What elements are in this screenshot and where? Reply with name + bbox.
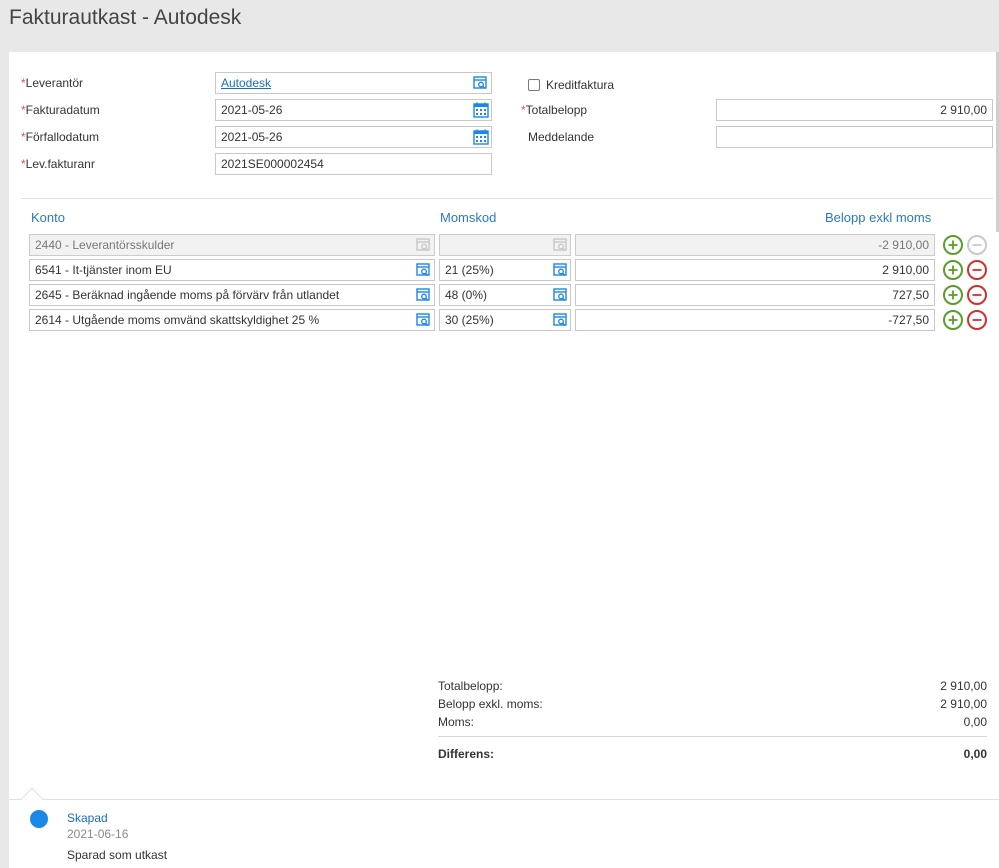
- invoice-form-card: *Leverantör Autodesk *Fakturadatum 2021-…: [9, 52, 999, 799]
- message-label: Meddelande: [528, 130, 595, 144]
- search-lookup-icon: [416, 238, 430, 251]
- table-row-vat-code[interactable]: 30 (25%): [439, 309, 571, 331]
- invoice-date-field[interactable]: 2021-05-26: [215, 99, 492, 121]
- add-row-button[interactable]: [943, 310, 963, 330]
- search-lookup-icon[interactable]: [553, 288, 567, 302]
- add-row-button[interactable]: [943, 285, 963, 305]
- summary-excl-vat-label: Belopp exkl. moms:: [438, 697, 543, 711]
- search-lookup-icon[interactable]: [416, 288, 430, 302]
- calendar-icon[interactable]: [473, 102, 489, 118]
- minus-icon: [972, 244, 982, 246]
- supplier-field[interactable]: Autodesk: [215, 72, 492, 94]
- table-row-account[interactable]: 2614 - Utgående moms omvänd skattskyldig…: [29, 309, 435, 331]
- table-row-vat-code[interactable]: 48 (0%): [439, 284, 571, 306]
- total-amount-label: *Totalbelopp: [521, 103, 588, 117]
- invoice-date-label: *Fakturadatum: [21, 103, 100, 117]
- summary-total-value: 2 910,00: [940, 679, 987, 693]
- search-lookup-icon[interactable]: [416, 263, 430, 277]
- add-row-button[interactable]: [943, 235, 963, 255]
- summary-vat-value: 0,00: [963, 715, 987, 729]
- supplier-link[interactable]: Autodesk: [221, 76, 271, 90]
- column-header-amount: Belopp exkl moms: [825, 210, 932, 225]
- summary-divider: [438, 736, 987, 737]
- history-date: 2021-06-16: [67, 827, 129, 841]
- search-lookup-icon[interactable]: [553, 263, 567, 277]
- history-title: Skapad: [67, 811, 108, 825]
- minus-icon: [972, 269, 982, 271]
- plus-icon: [948, 315, 958, 325]
- summary-total-label: Totalbelopp:: [438, 679, 503, 693]
- supplier-invoice-no-label: *Lev.fakturanr: [21, 157, 95, 171]
- summary-diff-label: Differens:: [438, 747, 495, 761]
- table-row-account[interactable]: 2645 - Beräknad ingående moms på förvärv…: [29, 284, 435, 306]
- history-panel: Skapad 2021-06-16 Sparad som utkast: [9, 799, 999, 868]
- divider: [21, 198, 993, 199]
- supplier-label: *Leverantör: [21, 76, 84, 90]
- table-row-vat-code: [439, 234, 571, 256]
- due-date-field[interactable]: 2021-05-26: [215, 126, 492, 148]
- summary-vat-label: Moms:: [438, 715, 474, 729]
- status-dot: [30, 810, 48, 828]
- search-lookup-icon[interactable]: [473, 76, 487, 90]
- table-row-amount[interactable]: 2 910,00: [575, 259, 935, 281]
- summary-excl-vat-value: 2 910,00: [940, 697, 987, 711]
- column-header-vat-code: Momskod: [440, 210, 497, 225]
- minus-icon: [972, 294, 982, 296]
- summary-diff-value: 0,00: [963, 747, 987, 761]
- remove-row-button[interactable]: [967, 285, 987, 305]
- plus-icon: [948, 265, 958, 275]
- total-amount-field[interactable]: 2 910,00: [716, 99, 993, 121]
- add-row-button[interactable]: [943, 260, 963, 280]
- history-text: Sparad som utkast: [67, 848, 168, 862]
- message-field[interactable]: [716, 126, 993, 148]
- remove-row-button[interactable]: [967, 310, 987, 330]
- table-row-amount[interactable]: -727,50: [575, 309, 935, 331]
- table-row-account[interactable]: 6541 - It-tjänster inom EU: [29, 259, 435, 281]
- minus-icon: [972, 319, 982, 321]
- remove-row-button[interactable]: [967, 260, 987, 280]
- credit-invoice-label: Kreditfaktura: [546, 78, 615, 92]
- supplier-invoice-no-field[interactable]: 2021SE000002454: [215, 153, 492, 175]
- search-lookup-icon[interactable]: [416, 313, 430, 327]
- calendar-icon[interactable]: [473, 129, 489, 145]
- table-row-amount[interactable]: 727,50: [575, 284, 935, 306]
- due-date-label: *Förfallodatum: [21, 130, 100, 144]
- remove-row-button: [967, 235, 987, 255]
- table-row-amount: -2 910,00: [575, 234, 935, 256]
- search-lookup-icon[interactable]: [553, 313, 567, 327]
- table-row-vat-code[interactable]: 21 (25%): [439, 259, 571, 281]
- plus-icon: [948, 290, 958, 300]
- page-title: Fakturautkast - Autodesk: [9, 6, 242, 29]
- credit-invoice-checkbox[interactable]: [528, 79, 540, 91]
- search-lookup-icon: [553, 238, 567, 251]
- plus-icon: [948, 240, 958, 250]
- table-row-account: 2440 - Leverantörsskulder: [29, 234, 435, 256]
- column-header-account: Konto: [31, 210, 65, 225]
